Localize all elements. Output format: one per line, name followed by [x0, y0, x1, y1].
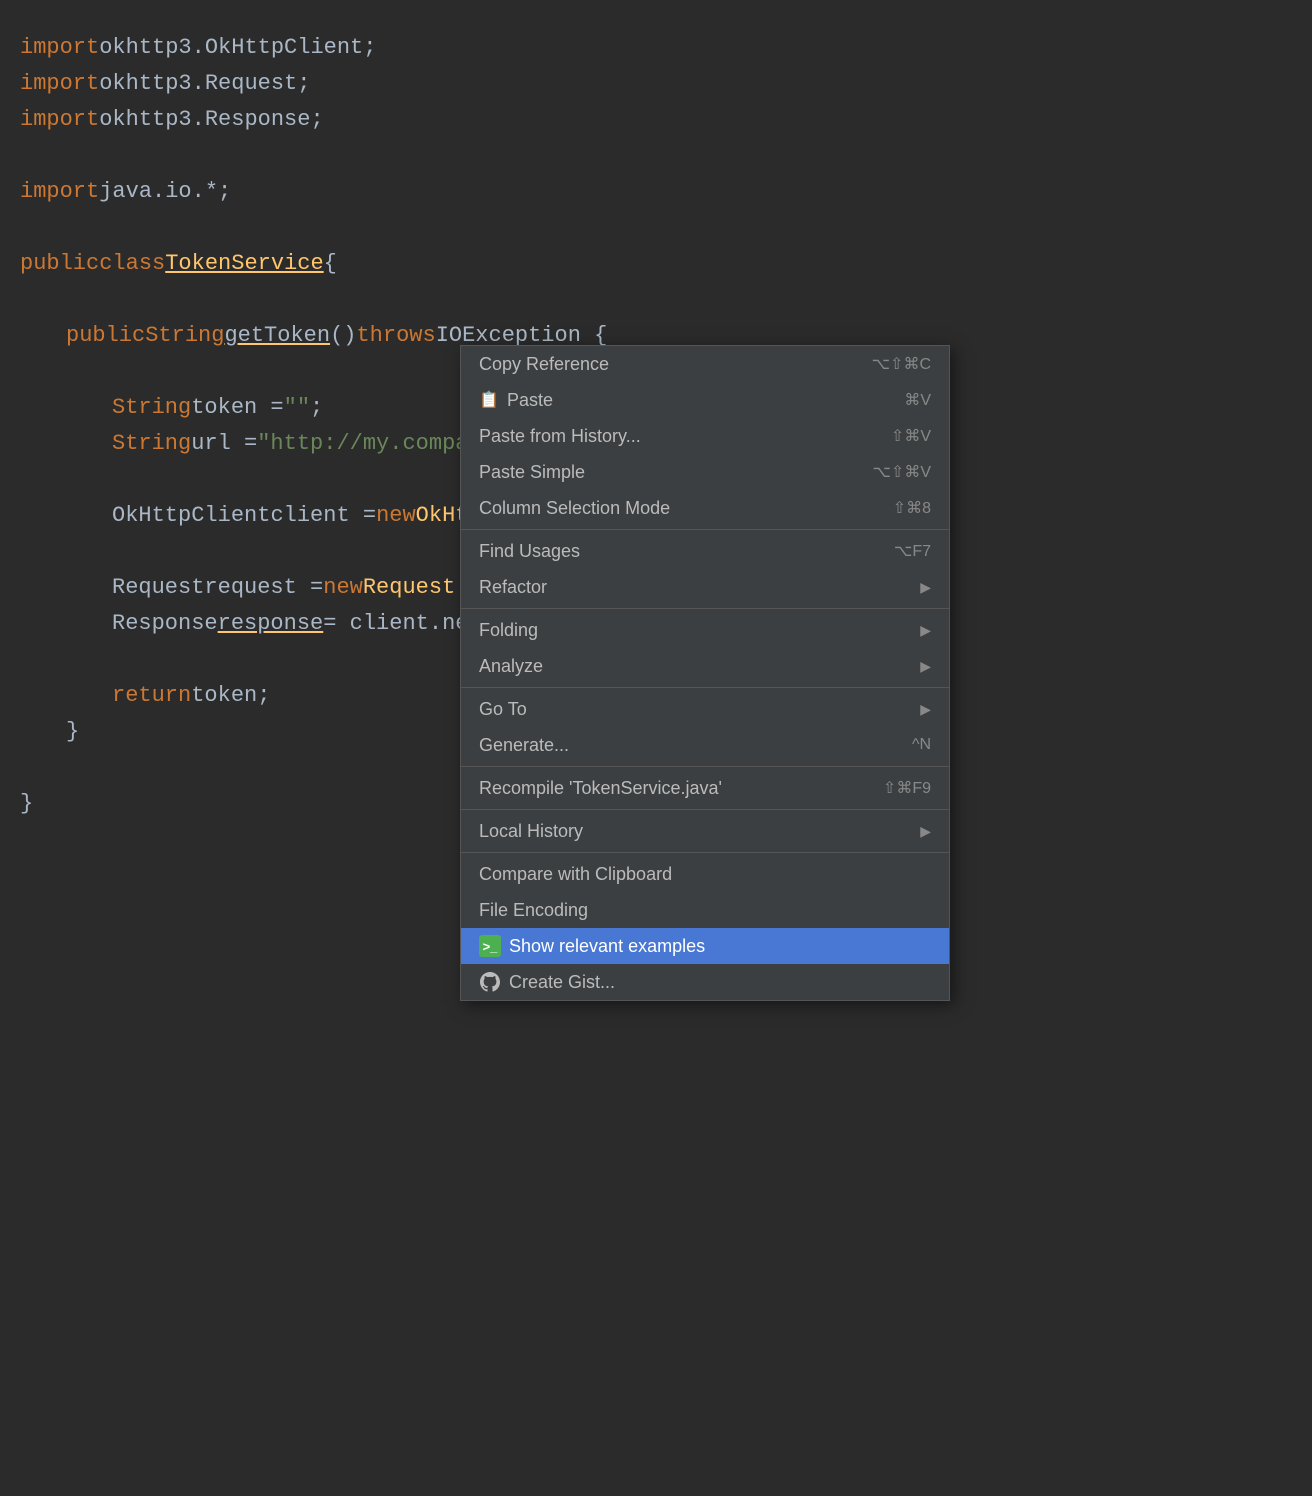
identifier: client = [270, 498, 376, 533]
menu-item-label: Refactor [479, 577, 547, 598]
identifier: Request [112, 570, 204, 605]
menu-item-label: Copy Reference [479, 354, 609, 375]
identifier: request = [204, 570, 323, 605]
menu-item-generate[interactable]: Generate... ^N [461, 727, 949, 763]
keyword: import [20, 102, 99, 137]
menu-item-file-encoding[interactable]: File Encoding [461, 892, 949, 928]
menu-item-column-selection[interactable]: Column Selection Mode ⇧⌘8 [461, 490, 949, 526]
keyword: public [20, 246, 99, 281]
identifier: okhttp3.Response [99, 102, 310, 137]
menu-item-copy-reference[interactable]: Copy Reference ⌥⇧⌘C [461, 346, 949, 382]
keyword: import [20, 30, 99, 65]
menu-divider [461, 852, 949, 853]
menu-divider [461, 809, 949, 810]
menu-item-shortcut: ⌥⇧⌘V [872, 462, 931, 482]
menu-item-label: Show relevant examples [509, 936, 705, 957]
code-line [20, 282, 1292, 318]
submenu-arrow-icon: ▶ [920, 658, 931, 675]
menu-item-shortcut: ⌥F7 [894, 541, 931, 561]
code-line [20, 138, 1292, 174]
context-menu: Copy Reference ⌥⇧⌘C 📋 Paste ⌘V Paste fro… [460, 345, 950, 1001]
code-line: import okhttp3.Response; [20, 102, 1292, 138]
string-literal: "" [284, 390, 310, 425]
menu-item-label: Create Gist... [509, 972, 615, 993]
menu-item-folding[interactable]: Folding ▶ [461, 612, 949, 648]
menu-divider [461, 766, 949, 767]
keyword: String [112, 426, 191, 461]
class-name: TokenService [165, 246, 323, 281]
menu-item-label: Compare with Clipboard [479, 864, 672, 885]
menu-item-goto[interactable]: Go To ▶ [461, 691, 949, 727]
submenu-arrow-icon: ▶ [920, 823, 931, 840]
menu-divider [461, 529, 949, 530]
menu-item-recompile[interactable]: Recompile 'TokenService.java' ⇧⌘F9 [461, 770, 949, 806]
menu-item-label: Go To [479, 699, 527, 720]
menu-item-refactor[interactable]: Refactor ▶ [461, 569, 949, 605]
keyword: new [376, 498, 416, 533]
identifier: url = [191, 426, 257, 461]
menu-item-shortcut: ⇧⌘F9 [883, 778, 931, 798]
keyword: return [112, 678, 191, 713]
identifier: okhttp3.OkHttpClient [99, 30, 363, 65]
menu-item-label: Local History [479, 821, 583, 842]
keyword: class [99, 246, 165, 281]
code-line: import okhttp3.Request; [20, 66, 1292, 102]
identifier: OkHttpClient [112, 498, 270, 533]
menu-item-paste-simple[interactable]: Paste Simple ⌥⇧⌘V [461, 454, 949, 490]
code-line: import java.io.*; [20, 174, 1292, 210]
method-name: getToken [224, 318, 330, 353]
keyword: String [112, 390, 191, 425]
identifier: token = [191, 390, 283, 425]
keyword: new [323, 570, 363, 605]
menu-item-label: Paste from History... [479, 426, 641, 447]
identifier: Response [112, 606, 218, 641]
paste-icon: 📋 [479, 390, 499, 410]
keyword: import [20, 174, 99, 209]
keyword: throws [356, 318, 435, 353]
identifier: response [218, 606, 324, 641]
menu-item-label: Column Selection Mode [479, 498, 670, 519]
terminal-icon: >_ [479, 935, 501, 957]
menu-item-local-history[interactable]: Local History ▶ [461, 813, 949, 849]
submenu-arrow-icon: ▶ [920, 579, 931, 596]
identifier: okhttp3.Request [99, 66, 297, 101]
menu-item-shortcut: ⇧⌘8 [893, 498, 931, 518]
code-line [20, 210, 1292, 246]
menu-item-compare-clipboard[interactable]: Compare with Clipboard [461, 856, 949, 892]
menu-item-label: Recompile 'TokenService.java' [479, 778, 722, 799]
menu-item-shortcut: ^N [912, 736, 931, 754]
submenu-arrow-icon: ▶ [920, 622, 931, 639]
menu-item-label: Analyze [479, 656, 543, 677]
identifier: token; [191, 678, 270, 713]
menu-divider [461, 687, 949, 688]
menu-item-show-examples[interactable]: >_ Show relevant examples [461, 928, 949, 964]
menu-item-label: Folding [479, 620, 538, 641]
menu-item-find-usages[interactable]: Find Usages ⌥F7 [461, 533, 949, 569]
code-line: import okhttp3.OkHttpClient; [20, 30, 1292, 66]
menu-item-label: Paste [507, 390, 553, 411]
code-line: public class TokenService { [20, 246, 1292, 282]
menu-divider [461, 608, 949, 609]
menu-item-label: Find Usages [479, 541, 580, 562]
submenu-arrow-icon: ▶ [920, 701, 931, 718]
menu-item-label: File Encoding [479, 900, 588, 921]
identifier: java.io.* [99, 174, 218, 209]
menu-item-label: Generate... [479, 735, 569, 756]
github-icon [479, 971, 501, 993]
menu-item-shortcut: ⌘V [904, 390, 931, 410]
menu-item-paste[interactable]: 📋 Paste ⌘V [461, 382, 949, 418]
menu-item-paste-history[interactable]: Paste from History... ⇧⌘V [461, 418, 949, 454]
menu-item-label: Paste Simple [479, 462, 585, 483]
keyword: String [145, 318, 224, 353]
menu-item-analyze[interactable]: Analyze ▶ [461, 648, 949, 684]
menu-item-shortcut: ⇧⌘V [891, 426, 931, 446]
menu-item-create-gist[interactable]: Create Gist... [461, 964, 949, 1000]
menu-item-shortcut: ⌥⇧⌘C [872, 354, 931, 374]
keyword: import [20, 66, 99, 101]
keyword: public [66, 318, 145, 353]
